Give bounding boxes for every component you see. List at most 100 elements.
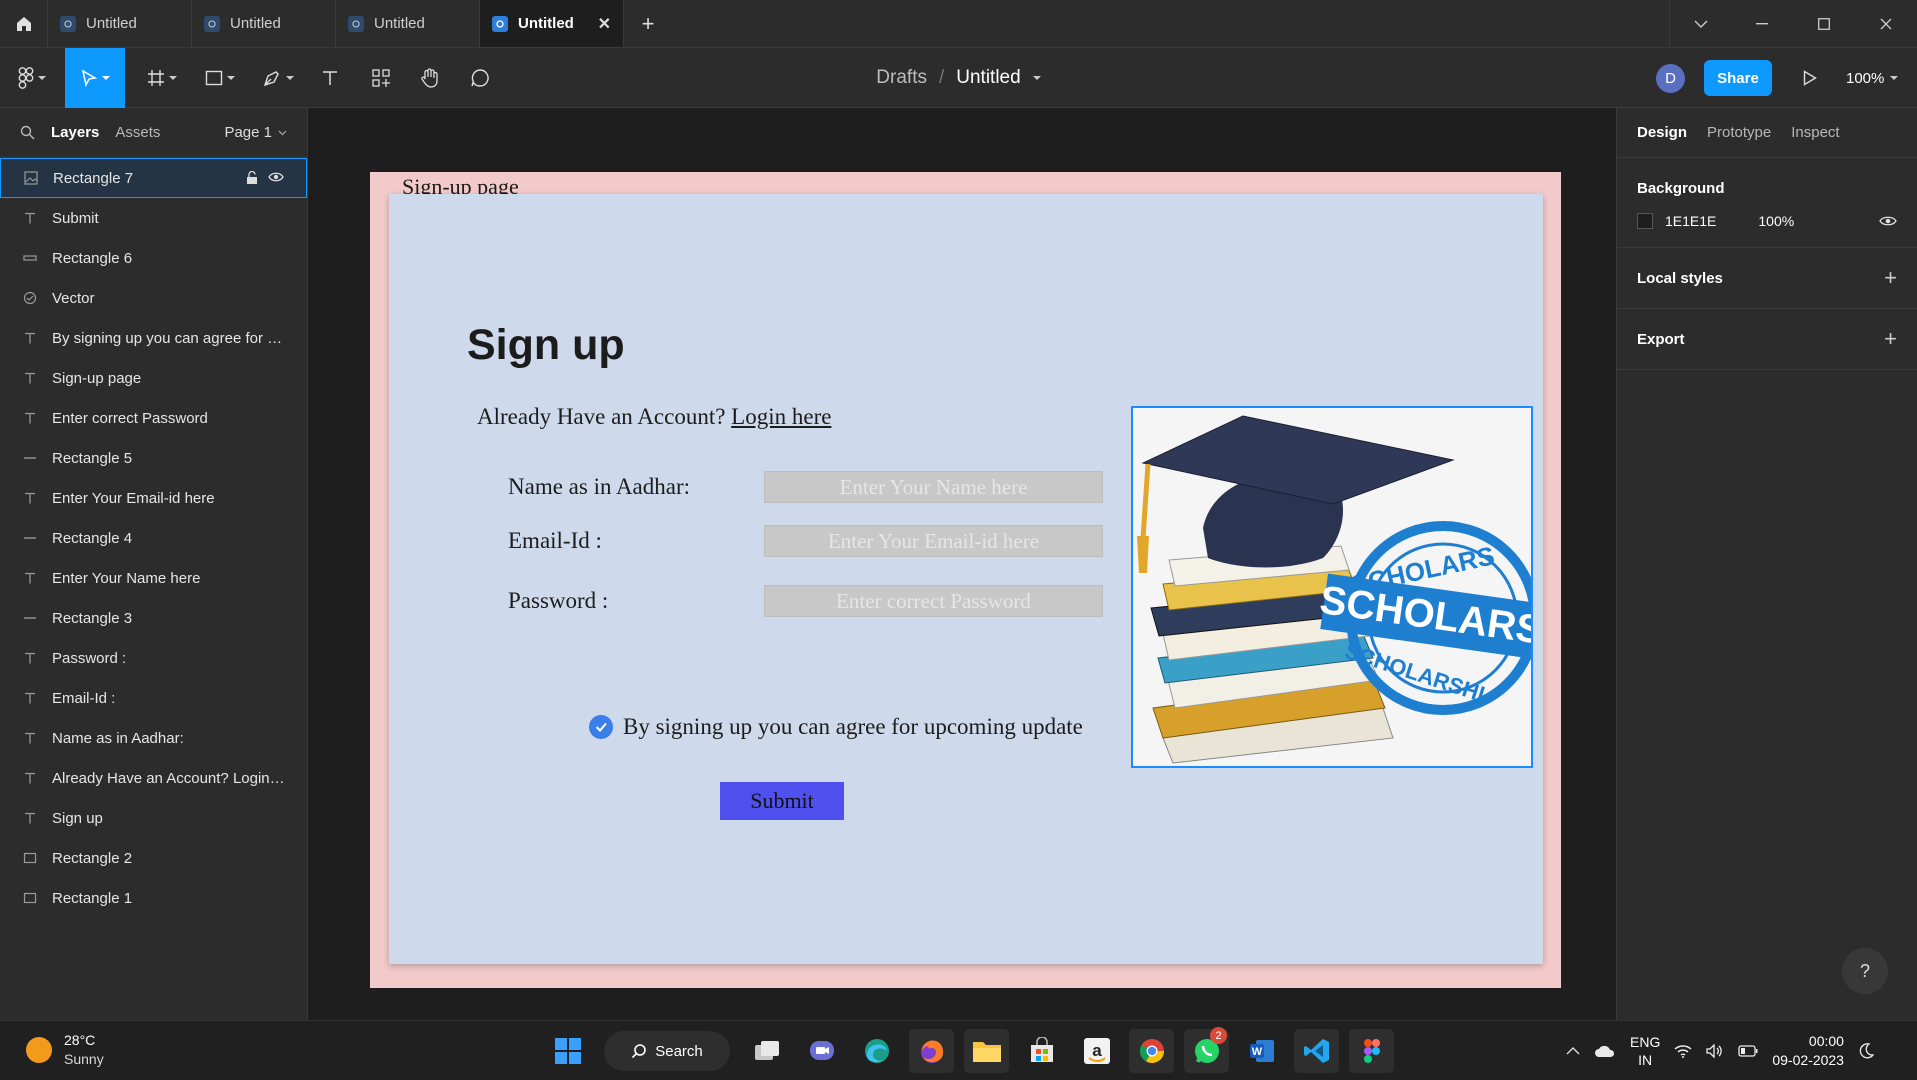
submit-button[interactable]: Submit [720,782,844,820]
help-button[interactable]: ? [1842,948,1888,994]
home-button[interactable] [0,0,48,47]
layer-item[interactable]: Password : [0,638,307,678]
file-explorer-button[interactable] [964,1029,1009,1073]
file-tab[interactable]: Untitled [336,0,480,47]
file-tab[interactable]: Untitled [192,0,336,47]
background-hex[interactable]: 1E1E1E [1665,213,1716,229]
pen-tool-button[interactable] [254,48,302,108]
eye-icon[interactable] [1879,215,1897,227]
tab-design[interactable]: Design [1637,124,1687,141]
layer-item[interactable]: Enter Your Name here [0,558,307,598]
text-tool-button[interactable] [313,48,347,108]
layer-item[interactable]: Already Have an Account? Login here [0,758,307,798]
volume-icon[interactable] [1706,1044,1724,1058]
layer-item[interactable]: Rectangle 5 [0,438,307,478]
layer-item[interactable]: By signing up you can agree for upc... [0,318,307,358]
hand-tool-button[interactable] [412,48,448,108]
add-style-icon[interactable]: + [1884,265,1897,291]
shape-tool-button[interactable] [196,48,244,108]
layer-item[interactable]: Vector [0,278,307,318]
microsoft-store-button[interactable] [1019,1029,1064,1073]
avatar[interactable]: D [1656,64,1685,93]
maximize-button[interactable] [1793,0,1855,47]
layer-name: Rectangle 5 [52,449,133,467]
present-button[interactable] [1796,64,1824,92]
layer-item[interactable]: Enter correct Password [0,398,307,438]
layer-item[interactable]: Sign-up page [0,358,307,398]
close-tab-icon[interactable]: ✕ [598,14,611,34]
chevron-up-icon[interactable] [1566,1047,1580,1055]
battery-icon[interactable] [1738,1045,1758,1057]
tab-layers[interactable]: Layers [51,124,99,141]
clock[interactable]: 00:00 09-02-2023 [1772,1032,1844,1070]
word-button[interactable]: W [1239,1029,1284,1073]
password-field[interactable] [764,585,1103,617]
wifi-icon[interactable] [1674,1044,1692,1058]
layer-item[interactable]: Rectangle 4 [0,518,307,558]
zoom-dropdown[interactable]: 100% [1846,64,1899,92]
main-menu-button[interactable] [8,48,56,108]
signup-card[interactable]: Sign up Already Have an Account? Login h… [389,194,1543,964]
edge-browser-button[interactable] [854,1029,899,1073]
layer-item[interactable]: Rectangle 2 [0,838,307,878]
agree-checkbox-row[interactable]: By signing up you can agree for upcoming… [589,714,1083,740]
figma-button[interactable] [1349,1029,1394,1073]
start-button[interactable] [545,1029,590,1073]
background-opacity[interactable]: 100% [1758,213,1794,229]
file-name[interactable]: Untitled [956,67,1020,89]
share-button[interactable]: Share [1704,60,1772,96]
login-link[interactable]: Login here [731,404,831,429]
layer-line-icon [22,531,38,545]
email-label: Email-Id : [508,528,602,553]
layer-item[interactable]: Name as in Aadhar: [0,718,307,758]
input-language[interactable]: ENG IN [1630,1033,1660,1069]
layer-vector-icon [22,291,38,305]
layer-item[interactable]: Rectangle 3 [0,598,307,638]
add-export-icon[interactable]: + [1884,326,1897,352]
chevron-down-icon[interactable] [1032,76,1041,80]
layer-item[interactable]: Sign up [0,798,307,838]
check-circle-icon[interactable] [589,715,613,739]
weather-widget[interactable]: 28°C Sunny [26,1031,104,1069]
search-icon[interactable] [20,125,35,140]
name-field[interactable] [764,471,1103,503]
eye-icon[interactable] [268,171,284,183]
frame-sign-up-page[interactable]: Sign-up page Sign up Already Have an Acc… [370,172,1561,988]
moon-focus-icon[interactable] [1858,1043,1874,1059]
onedrive-cloud-icon[interactable] [1594,1044,1616,1058]
tab-assets[interactable]: Assets [115,124,160,141]
layer-item[interactable]: Rectangle 6 [0,238,307,278]
firefox-button[interactable] [909,1029,954,1073]
layer-item[interactable]: Enter Your Email-id here [0,478,307,518]
teams-chat-button[interactable] [799,1029,844,1073]
vscode-button[interactable] [1294,1029,1339,1073]
canvas[interactable]: Sign-up page Sign up Already Have an Acc… [309,108,1616,1020]
background-swatch[interactable] [1637,213,1653,229]
chrome-button[interactable] [1129,1029,1174,1073]
task-view-button[interactable] [744,1029,789,1073]
email-field[interactable] [764,525,1103,557]
breadcrumb-drafts[interactable]: Drafts [876,67,927,89]
tab-prototype[interactable]: Prototype [1707,124,1771,141]
page-selector[interactable]: Page 1 [224,124,287,141]
frame-tool-button[interactable] [138,48,186,108]
layer-item[interactable]: Email-Id : [0,678,307,718]
close-window-button[interactable] [1855,0,1917,47]
resources-button[interactable] [363,48,399,108]
layer-item[interactable]: Submit [0,198,307,238]
layer-item[interactable]: Rectangle 1 [0,878,307,918]
unlock-icon[interactable] [246,171,258,185]
text-t-icon [323,71,337,85]
file-tab-active[interactable]: Untitled ✕ [480,0,624,47]
comment-tool-button[interactable] [462,48,498,108]
whatsapp-button[interactable]: 2 [1184,1027,1229,1073]
tab-list-chevron-icon[interactable] [1669,0,1731,47]
tab-inspect[interactable]: Inspect [1791,124,1839,141]
file-tab[interactable]: Untitled [48,0,192,47]
amazon-button[interactable]: a [1074,1029,1119,1073]
move-tool-button[interactable] [65,48,125,108]
layer-item[interactable]: Rectangle 7 [0,158,307,198]
minimize-button[interactable] [1731,0,1793,47]
taskbar-search[interactable]: Search [604,1031,730,1071]
new-tab-button[interactable]: + [624,0,672,47]
